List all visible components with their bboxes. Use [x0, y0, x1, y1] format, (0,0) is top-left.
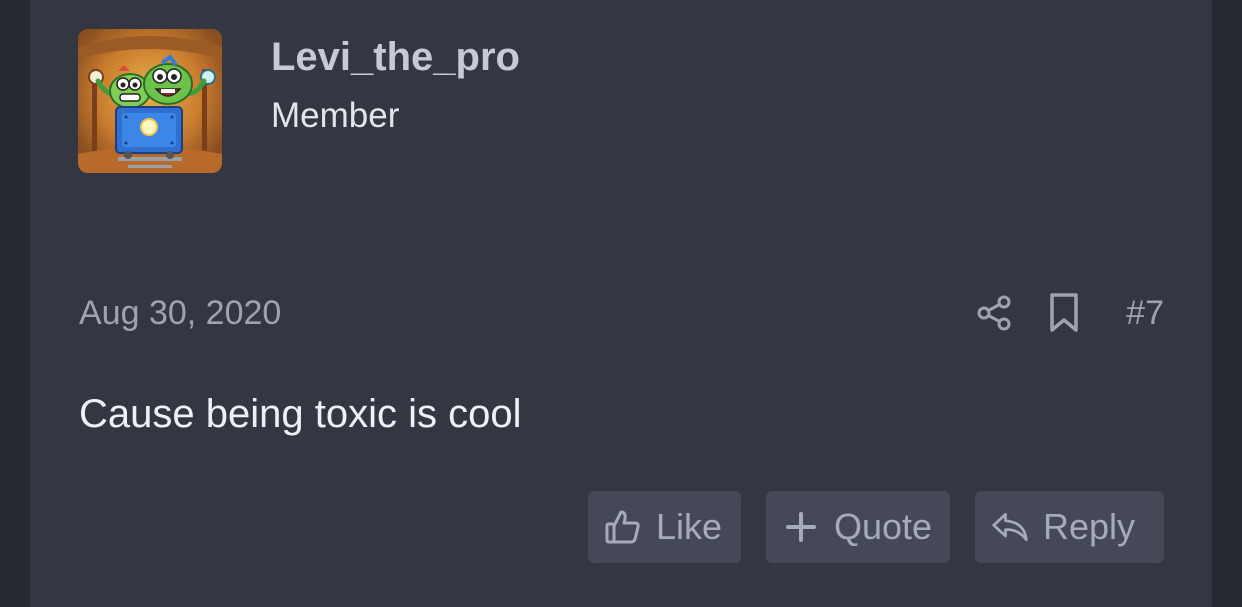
quote-button[interactable]: Quote	[766, 491, 950, 563]
post-number-link[interactable]: #7	[1126, 292, 1164, 334]
share-icon[interactable]	[974, 293, 1014, 333]
cartoon-avatar-icon	[78, 29, 222, 173]
thumbs-up-icon	[604, 508, 642, 546]
reply-label: Reply	[1043, 506, 1136, 547]
forum-post: Levi_the_pro Member Aug 30, 2020 #7 Caus…	[30, 0, 1212, 607]
quote-label: Quote	[834, 506, 933, 547]
like-button[interactable]: Like	[588, 491, 741, 563]
post-date[interactable]: Aug 30, 2020	[79, 292, 281, 334]
bookmark-icon[interactable]	[1046, 292, 1082, 334]
reply-arrow-icon	[991, 508, 1029, 546]
user-avatar[interactable]	[78, 29, 222, 173]
username-link[interactable]: Levi_the_pro	[271, 33, 520, 81]
post-message: Cause being toxic is cool	[79, 392, 522, 436]
plus-icon	[782, 508, 820, 546]
user-role: Member	[271, 96, 400, 135]
like-label: Like	[656, 506, 723, 547]
reply-button[interactable]: Reply	[975, 491, 1164, 563]
